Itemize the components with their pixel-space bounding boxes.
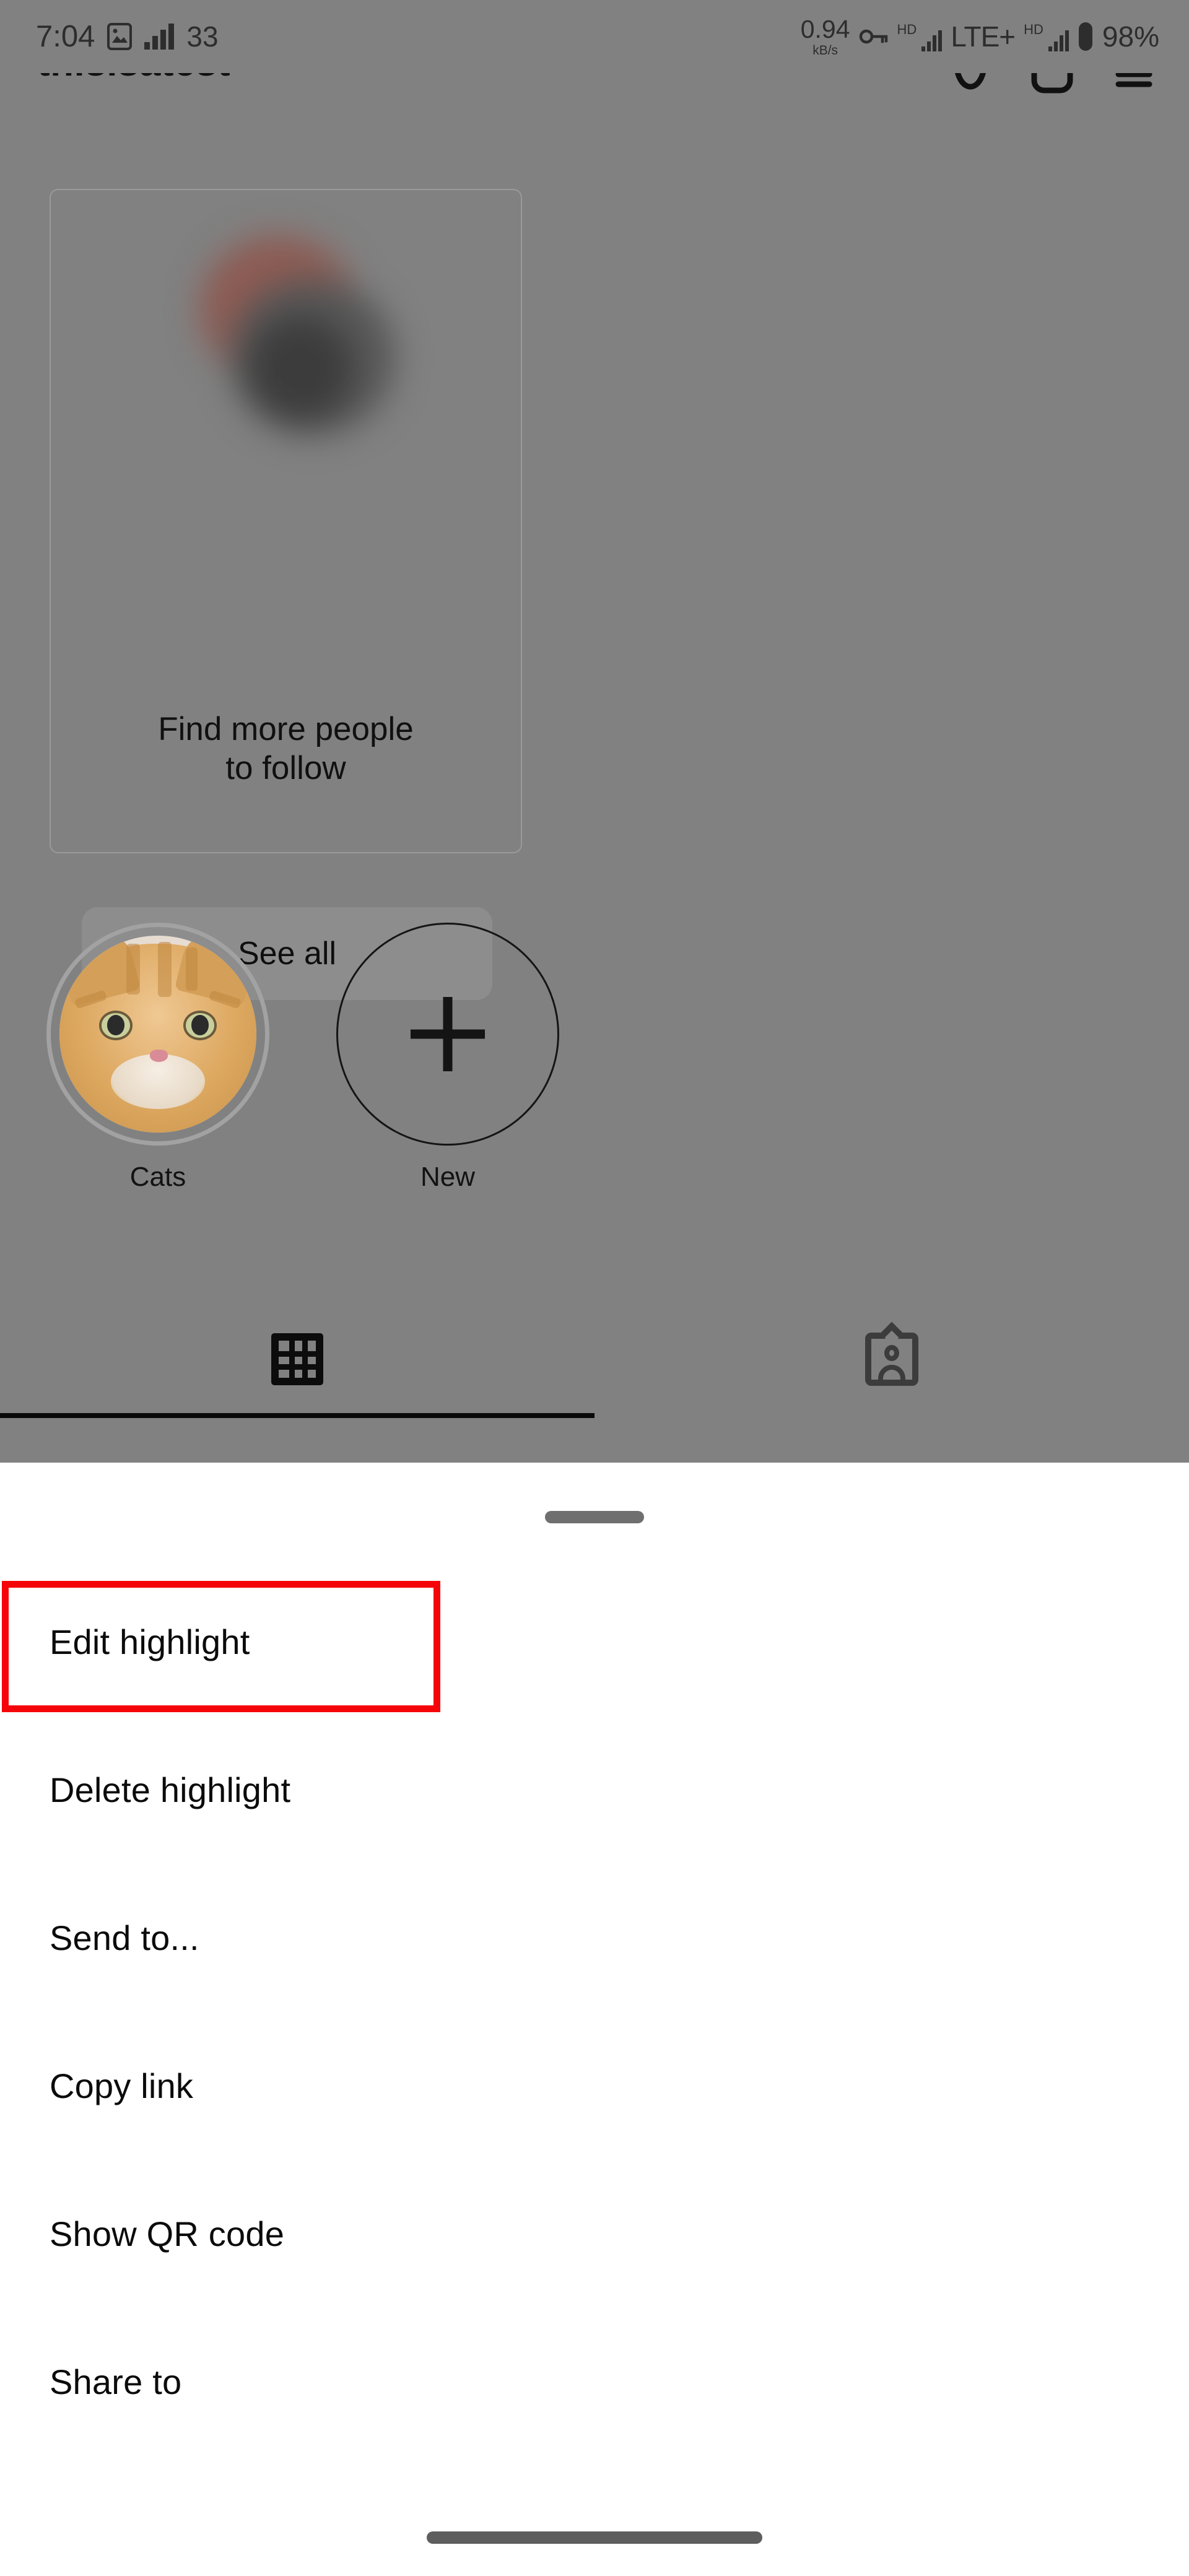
active-tab-underline (0, 1413, 594, 1418)
menu-item-show-qr-code[interactable]: Show QR code (0, 2160, 1189, 2308)
status-bar-clock: 7:04 (36, 19, 95, 53)
plus-icon (336, 923, 559, 1146)
highlight-label: Cats (129, 1162, 186, 1192)
tagged-photos-icon (865, 1321, 918, 1386)
menu-icon[interactable] (1111, 73, 1157, 95)
notification-count: 33 (186, 20, 219, 53)
menu-item-copy-link[interactable]: Copy link (0, 2012, 1189, 2160)
tab-tagged[interactable] (594, 1300, 1189, 1418)
find-people-card[interactable]: Find more people to follow See all (50, 189, 522, 1000)
highlight-item-new[interactable]: New (324, 923, 572, 1193)
signal-bars-icon (144, 24, 175, 50)
grid-icon (271, 1333, 323, 1385)
profile-header-clipped: thisisatest (0, 73, 1189, 130)
threads-icon[interactable] (947, 73, 993, 95)
menu-item-delete-highlight[interactable]: Delete highlight (0, 1716, 1189, 1864)
status-bar-right: 0.94 kB/s HD LTE+ HD 98% (801, 0, 1159, 73)
highlight-item-cats[interactable]: Cats (34, 923, 282, 1193)
network-speed-indicator: 0.94 kB/s (800, 14, 850, 58)
sim1-hd-signal-icon: HD (897, 22, 943, 51)
find-people-title: Find more people to follow (158, 711, 414, 786)
cat-photo (59, 936, 256, 1133)
profile-username: thisisatest (37, 73, 230, 85)
status-bar: 7:04 33 0.94 kB/s HD LTE+ HD 98% (0, 0, 1189, 73)
network-speed-unit: kB/s (812, 43, 838, 58)
profile-header-actions (947, 73, 1157, 95)
story-highlights-row: Cats New (0, 923, 1189, 1214)
menu-item-share-to[interactable]: Share to (0, 2308, 1189, 2456)
menu-item-edit-highlight[interactable]: Edit highlight (0, 1568, 1189, 1716)
tab-grid[interactable] (0, 1300, 594, 1418)
battery-icon (1078, 21, 1094, 52)
battery-percent: 98% (1102, 20, 1159, 53)
profile-tab-bar (0, 1300, 1189, 1424)
home-indicator[interactable] (427, 2531, 762, 2544)
sim1-hd-label: HD (897, 22, 917, 37)
image-icon (107, 23, 133, 50)
menu-item-send-to[interactable]: Send to... (0, 1864, 1189, 2012)
highlight-ring (46, 923, 269, 1146)
dimmed-app-background: 7:04 33 0.94 kB/s HD LTE+ HD 98% Find mo… (0, 0, 1189, 1463)
network-speed-value: 0.94 (800, 14, 850, 43)
key-icon (859, 27, 889, 46)
highlight-options-sheet: Edit highlight Delete highlight Send to.… (0, 1463, 1189, 2576)
suggested-user-avatar (167, 226, 405, 464)
drag-handle[interactable] (545, 1511, 644, 1523)
sheet-menu-list: Edit highlight Delete highlight Send to.… (0, 1568, 1189, 2456)
sim2-hd-label: HD (1024, 22, 1043, 37)
status-bar-left: 7:04 33 (36, 0, 219, 73)
network-type-label: LTE+ (951, 20, 1016, 53)
highlight-label: New (420, 1162, 476, 1192)
sim2-hd-signal-icon: HD (1024, 22, 1069, 51)
add-post-icon[interactable] (1029, 73, 1075, 95)
